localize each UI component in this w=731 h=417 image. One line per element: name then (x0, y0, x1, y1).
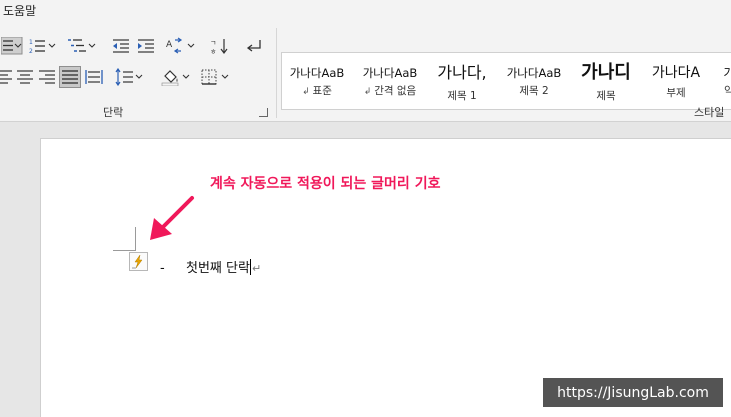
ribbon-separator (276, 28, 277, 118)
text-cursor (249, 259, 251, 275)
style-subtitle[interactable]: 가나다A 부제 (644, 53, 708, 109)
line-spacing-icon (115, 68, 143, 86)
paragraph-text: 첫번째 단락 (186, 261, 250, 276)
paragraph-dialog-launcher-icon[interactable] (259, 108, 268, 117)
styles-gallery: 가나다AaB ↲ 표준 가나다AaB ↲ 간격 없음 가나다, 제목 1 가나다… (281, 52, 731, 110)
svg-text:A: A (166, 40, 173, 50)
sort-button[interactable]: ㄱ ㅎ (209, 36, 231, 56)
paragraph-mark: ↵ (251, 262, 262, 275)
style-label: 제목 2 (519, 85, 549, 97)
distributed-icon (85, 70, 103, 84)
style-preview: 가나다AaB (289, 66, 345, 80)
align-center-icon (17, 70, 33, 84)
margin-crop-mark (113, 250, 135, 251)
margin-crop-mark (135, 227, 136, 251)
svg-text:ㅎ: ㅎ (210, 48, 216, 55)
styles-group-label: 스타일 (694, 106, 725, 119)
style-preview: 가나다AaB (362, 66, 418, 80)
ribbon: 1 2 A ㄱ ㅎ 단락 가나다AaB ↲ 표준 가나다AaB ↲ 간격 없음 … (0, 22, 731, 122)
watermark: https://JisungLab.com (543, 378, 723, 407)
style-preview: 가나다AaB (506, 66, 562, 80)
bullets-icon (1, 37, 23, 55)
multilevel-list-button[interactable] (66, 36, 98, 56)
justify-button[interactable] (59, 66, 81, 88)
align-left-button[interactable] (0, 67, 12, 87)
sort-icon: ㄱ ㅎ (210, 39, 228, 55)
align-left-icon (0, 70, 12, 84)
menu-bar: 도움말 (0, 0, 731, 22)
bullet-symbol: - (160, 261, 165, 276)
style-normal[interactable]: 가나다AaB ↲ 표준 (284, 53, 350, 109)
distributed-button[interactable] (84, 67, 104, 87)
menu-help[interactable]: 도움말 (3, 2, 36, 19)
style-label: 약 (724, 85, 731, 97)
style-title[interactable]: 가나디 제목 (572, 53, 640, 109)
decrease-indent-icon (113, 39, 129, 53)
style-no-spacing[interactable]: 가나다AaB ↲ 간격 없음 (354, 53, 426, 109)
borders-icon (201, 69, 229, 85)
line-spacing-button[interactable] (114, 67, 146, 87)
autocorrect-options-button[interactable] (129, 252, 148, 271)
align-center-button[interactable] (15, 67, 35, 87)
svg-text:2: 2 (29, 48, 33, 55)
paragraph-mark-icon (246, 40, 261, 52)
style-label: 제목 1 (447, 90, 477, 102)
text-direction-icon: A (166, 37, 195, 54)
style-more[interactable]: 가 약 (718, 53, 731, 109)
bullets-button[interactable] (0, 36, 24, 56)
svg-text:1: 1 (29, 39, 33, 46)
style-label: 부제 (666, 87, 686, 99)
borders-button[interactable] (199, 67, 233, 87)
style-preview: 가나다A (651, 65, 701, 81)
paragraph-group-label: 단락 (103, 106, 124, 119)
style-heading-2[interactable]: 가나다AaB 제목 2 (500, 53, 568, 109)
lightning-icon (132, 254, 143, 269)
style-label: ↲ 간격 없음 (363, 85, 417, 97)
align-right-icon (39, 70, 55, 84)
multilevel-list-icon (68, 39, 96, 52)
increase-indent-button[interactable] (136, 36, 156, 56)
annotation-arrow-icon (150, 196, 194, 240)
paint-bucket-icon (161, 70, 190, 86)
numbering-icon: 1 2 (29, 39, 56, 55)
style-heading-1[interactable]: 가나다, 제목 1 (430, 53, 494, 109)
justify-icon (62, 70, 78, 84)
style-label: 제목 (596, 90, 616, 102)
style-preview: 가나디 (581, 62, 631, 83)
bullet-paragraph[interactable]: - 첫번째 단락 ↵ (160, 257, 261, 276)
show-marks-button[interactable] (244, 36, 264, 56)
numbering-button[interactable]: 1 2 (27, 36, 59, 56)
svg-text:ㄱ: ㄱ (210, 39, 216, 47)
increase-indent-icon (138, 39, 154, 53)
document-area (0, 123, 731, 417)
annotation-text: 계속 자동으로 적용이 되는 글머리 기호 (210, 176, 441, 192)
shading-button[interactable] (160, 67, 194, 87)
align-right-button[interactable] (37, 67, 57, 87)
style-preview: 가 (723, 66, 731, 80)
style-label: ↲ 표준 (302, 85, 332, 97)
decrease-indent-button[interactable] (111, 36, 131, 56)
style-preview: 가나다, (437, 63, 487, 82)
text-direction-button[interactable]: A (164, 36, 198, 56)
